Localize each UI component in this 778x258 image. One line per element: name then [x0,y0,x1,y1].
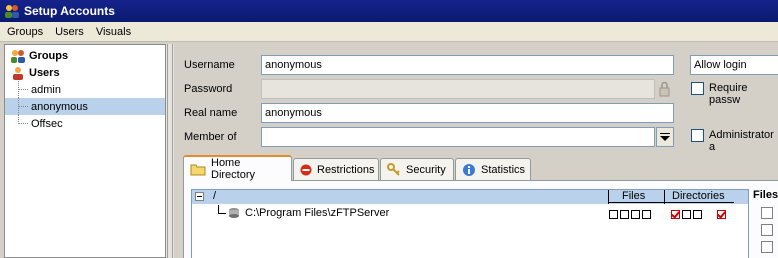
tree-users-label: Users [29,66,60,79]
stop-icon [300,164,312,176]
root-path: / [213,190,217,202]
groups-icon [10,49,26,63]
tab-home-directory[interactable]: Home Directory [183,155,292,181]
side-option-checkbox-1[interactable] [761,207,773,219]
tab-statistics[interactable]: Statistics [455,158,531,180]
menu-bar: Groups Users Visuals [0,22,778,42]
files-perm-1[interactable] [609,210,618,219]
window-title: Setup Accounts [24,4,115,18]
users-app-icon [4,3,20,19]
folder-icon [190,163,206,176]
directory-row[interactable]: C:\Program Files\zFTPServer [192,205,748,223]
tree-item-offsec[interactable]: Offsec [5,115,165,132]
tree-item-groups[interactable]: Groups [5,47,165,64]
info-icon [462,163,476,177]
menu-groups[interactable]: Groups [0,26,48,38]
realname-input[interactable]: anonymous [261,103,674,123]
files-perm-3[interactable] [631,210,640,219]
files-header: Files [622,190,646,202]
dir-perm-4[interactable] [717,210,726,219]
password-label: Password [184,83,233,95]
directory-header-row[interactable]: / Files Directories [192,190,748,204]
directory-list[interactable]: / Files Directories C:\Program Files\zFT… [191,189,749,258]
window-title-bar: Setup Accounts [0,0,778,22]
directory-path: C:\Program Files\zFTPServer [245,207,390,219]
username-label: Username [184,59,235,71]
dir-perm-3[interactable] [693,210,702,219]
administrator-label: Administrator a [709,129,774,153]
files-perm-4[interactable] [642,210,651,219]
username-input[interactable]: anonymous [261,55,674,75]
require-password-label: Require passw [709,82,748,106]
menu-visuals[interactable]: Visuals [89,26,136,38]
tree-item-anonymous[interactable]: anonymous [5,98,165,115]
pane-splitter[interactable] [166,44,174,258]
tree-groups-label: Groups [29,49,69,62]
dir-perm-2[interactable] [682,210,691,219]
tree-item-admin[interactable]: admin [5,81,165,98]
user-icon [10,66,26,80]
side-option-checkbox-3[interactable] [761,241,773,253]
key-icon [387,162,401,177]
password-input[interactable] [261,79,655,99]
directories-header: Directories [672,190,725,202]
side-files-label: Files [753,189,778,201]
realname-label: Real name [184,107,238,119]
dir-perm-1[interactable] [671,210,680,219]
menu-users[interactable]: Users [48,26,89,38]
side-option-checkbox-2[interactable] [761,224,773,236]
collapse-icon[interactable] [195,192,204,201]
dropdown-arrow-icon[interactable] [656,127,674,147]
administrator-checkbox[interactable] [691,129,704,142]
memberof-input[interactable] [261,127,655,147]
account-tree[interactable]: Groups Users admin anonymous Offsec [4,44,166,258]
tab-restrictions[interactable]: Restrictions [293,158,379,180]
tree-item-users[interactable]: Users [5,64,165,81]
require-password-checkbox[interactable] [691,82,704,95]
login-select[interactable]: Allow login [690,55,778,75]
lock-icon[interactable] [656,80,673,98]
files-perm-2[interactable] [620,210,629,219]
tab-security[interactable]: Security [380,158,454,180]
memberof-label: Member of [184,131,237,143]
drive-icon [228,207,240,219]
